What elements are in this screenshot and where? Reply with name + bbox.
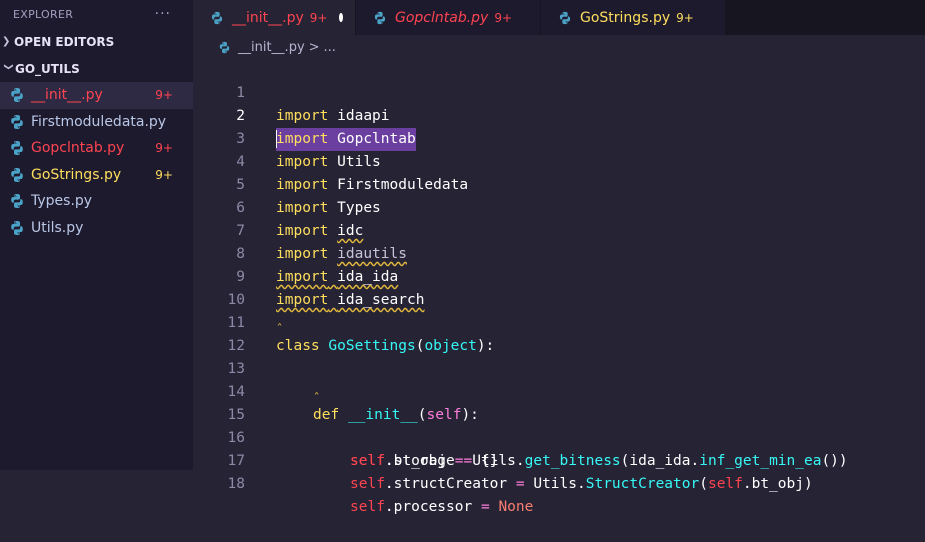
code-line: 8 import ida_ida xyxy=(193,220,925,285)
code-editor[interactable]: 1 import idaapi 2 import Gopclntab 3 imp… xyxy=(193,59,925,515)
file-item-utils[interactable]: Utils.py xyxy=(0,215,193,242)
line-number: 18 xyxy=(227,476,245,492)
self-ref: self xyxy=(707,476,743,492)
python-file-icon xyxy=(9,220,25,236)
code-line: 10 xyxy=(193,266,925,308)
problem-count-badge: 9+ xyxy=(494,10,513,25)
problem-count-badge: 9+ xyxy=(309,10,328,25)
punctuation: ) xyxy=(804,476,813,492)
object: Utils. xyxy=(533,476,586,492)
problem-count-badge: 9+ xyxy=(155,141,173,156)
file-item-types[interactable]: Types.py xyxy=(0,188,193,215)
python-file-icon xyxy=(9,167,25,183)
file-name: __init__.py xyxy=(31,87,103,104)
folder-section[interactable]: ❯ GO_UTILS xyxy=(0,55,193,82)
self-ref: self xyxy=(350,476,385,492)
unsaved-dot-icon[interactable] xyxy=(339,13,343,22)
operator: = xyxy=(472,499,499,515)
file-item-init[interactable]: __init__.py 9+ xyxy=(0,82,193,109)
python-file-icon xyxy=(9,193,25,209)
code-line: 15 ˆ self.storage = {} xyxy=(193,381,925,469)
python-file-icon xyxy=(9,87,25,103)
explorer-title: EXPLORER xyxy=(13,7,74,21)
code-line: 6 import idc xyxy=(193,174,925,239)
file-item-gostrings[interactable]: GoStrings.py 9+ xyxy=(0,162,193,189)
value: None xyxy=(498,499,534,515)
python-file-icon xyxy=(558,11,572,25)
attribute: .bt_obj xyxy=(742,476,804,492)
file-name: Firstmoduledata.py xyxy=(31,113,167,130)
more-actions-icon[interactable]: ··· xyxy=(155,6,171,22)
python-file-icon xyxy=(210,11,224,25)
tab-label: GoStrings.py xyxy=(580,9,671,26)
punctuation: ( xyxy=(699,476,708,492)
breadcrumb-file[interactable]: __init__.py xyxy=(238,40,305,55)
tab-label: __init__.py xyxy=(232,9,304,26)
tab-init[interactable]: __init__.py 9+ xyxy=(193,0,356,35)
code-line: 17 self.structCreator = Utils.StructCrea… xyxy=(193,427,925,492)
code-line: 4 import Firstmoduledata xyxy=(193,128,925,193)
python-file-icon xyxy=(9,140,25,156)
explorer-header: EXPLORER ··· xyxy=(0,0,193,28)
code-line: 5 import Types xyxy=(193,151,925,216)
python-file-icon xyxy=(9,114,25,130)
folder-label: GO_UTILS xyxy=(15,61,80,76)
python-file-icon xyxy=(373,11,387,25)
breadcrumb: __init__.py > ... xyxy=(193,35,925,59)
breadcrumb-symbols[interactable]: ... xyxy=(324,40,336,55)
python-file-icon xyxy=(218,41,231,54)
open-editors-section[interactable]: ❯ OPEN EDITORS xyxy=(0,28,193,55)
editor-tabs: __init__.py 9+ Gopclntab.py 9+ GoStrings… xyxy=(193,0,925,35)
attribute: .processor xyxy=(384,499,473,515)
open-editors-label: OPEN EDITORS xyxy=(14,34,115,49)
code-line-active: 2 import Gopclntab xyxy=(193,82,925,151)
tab-label: Gopclntab.py xyxy=(395,9,489,26)
code-line: 14 def __init__(self): xyxy=(193,358,925,423)
file-item-firstmoduledata[interactable]: Firstmoduledata.py xyxy=(0,109,193,136)
code-line: 7 import idautils xyxy=(193,197,925,262)
code-line: 12 ˆ xyxy=(193,312,925,354)
code-line: 13 xyxy=(193,335,925,377)
file-item-gopclntab[interactable]: Gopclntab.py 9+ xyxy=(0,135,193,162)
code-line: 16 self.bt_obj = Utils.get_bitness(ida_i… xyxy=(193,404,925,469)
file-name: Utils.py xyxy=(31,219,84,236)
chevron-down-icon: ❯ xyxy=(3,62,13,71)
code-line: 11 class GoSettings(object): xyxy=(193,289,925,354)
file-name: Gopclntab.py xyxy=(31,140,125,157)
code-line: 3 import Utils xyxy=(193,105,925,170)
problem-count-badge: 9+ xyxy=(676,10,694,25)
file-name: Types.py xyxy=(31,193,93,210)
problem-count-badge: 9+ xyxy=(155,167,173,182)
operator: = xyxy=(507,476,534,492)
tab-gopclntab[interactable]: Gopclntab.py 9+ xyxy=(356,0,541,35)
file-name: GoStrings.py xyxy=(31,166,122,183)
explorer-sidebar: EXPLORER ··· ❯ OPEN EDITORS ❯ GO_UTILS _… xyxy=(0,0,193,470)
breadcrumb-separator: > xyxy=(308,39,320,55)
function-call: StructCreator xyxy=(585,476,700,492)
problem-count-badge: 9+ xyxy=(155,88,173,103)
attribute: .structCreator xyxy=(384,476,508,492)
code-line: 9 import ida_search xyxy=(193,243,925,308)
code-line: 1 import idaapi xyxy=(193,59,925,124)
chevron-right-icon: ❯ xyxy=(2,36,11,47)
self-ref: self xyxy=(350,499,385,515)
tab-gostrings[interactable]: GoStrings.py 9+ xyxy=(541,0,726,35)
